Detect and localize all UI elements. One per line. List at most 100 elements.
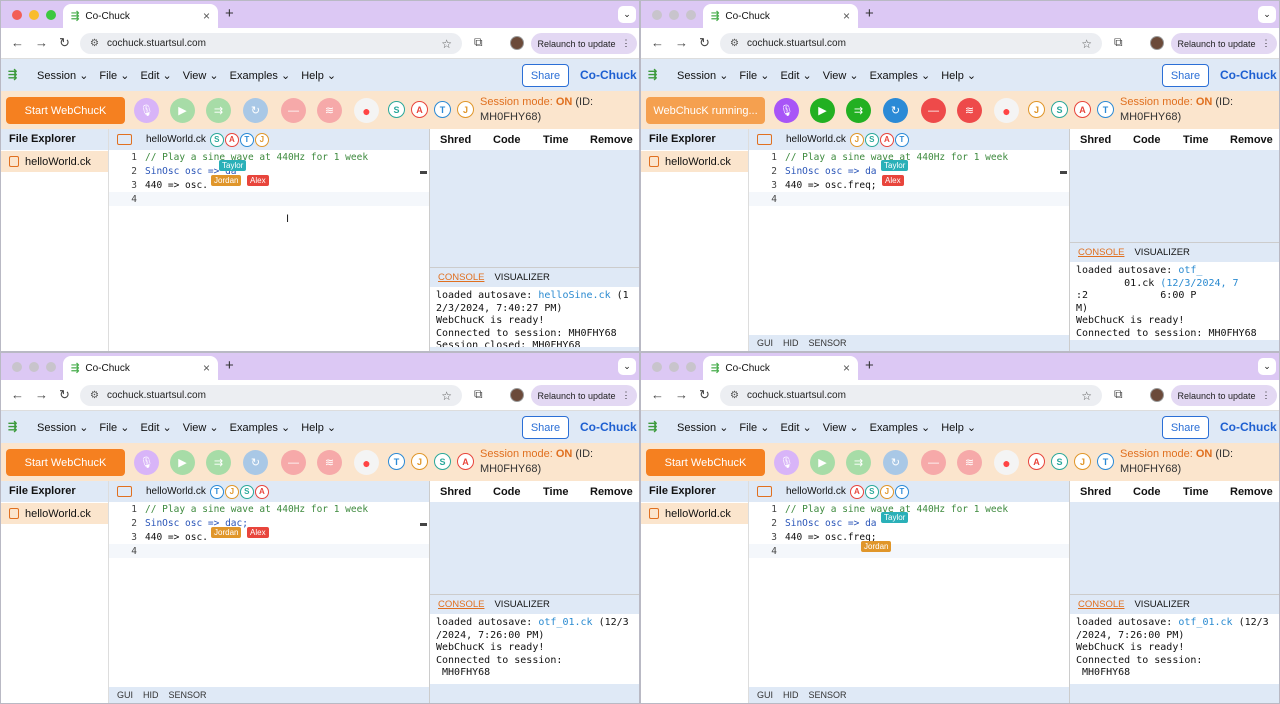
forward-arrow-icon[interactable]: → bbox=[675, 35, 688, 50]
forward-arrow-icon[interactable]: → bbox=[35, 387, 48, 402]
play-icon[interactable]: ▶ bbox=[810, 98, 835, 123]
tab-visualizer[interactable]: VISUALIZER bbox=[1134, 247, 1189, 258]
browser-tab[interactable]: ⇶ Co-Chuck × bbox=[703, 4, 858, 28]
replace-icon[interactable]: ⇉ bbox=[206, 98, 231, 123]
new-tab-button[interactable]: + bbox=[865, 5, 874, 22]
zoom-window-button[interactable] bbox=[686, 362, 696, 372]
menu-help[interactable]: Help ⌄ bbox=[301, 69, 336, 82]
editor-scroll-thumb[interactable] bbox=[420, 171, 427, 174]
menu-view[interactable]: View ⌄ bbox=[823, 421, 859, 434]
menu-session[interactable]: Session ⌄ bbox=[677, 421, 728, 434]
stop-icon[interactable]: — bbox=[921, 98, 946, 123]
zoom-window-button[interactable] bbox=[46, 10, 56, 20]
back-arrow-icon[interactable]: ← bbox=[651, 35, 664, 50]
menu-examples[interactable]: Examples ⌄ bbox=[230, 69, 291, 82]
menu-help[interactable]: Help ⌄ bbox=[941, 69, 976, 82]
relaunch-button[interactable]: Relaunch to update ⋮ bbox=[531, 385, 637, 406]
console-file-link[interactable]: otf_ bbox=[1178, 265, 1202, 276]
zoom-window-button[interactable] bbox=[46, 362, 56, 372]
tab-gui[interactable]: GUI bbox=[117, 690, 133, 700]
file-item[interactable]: helloWorld.ck bbox=[641, 503, 748, 524]
menu-view[interactable]: View ⌄ bbox=[183, 421, 219, 434]
back-arrow-icon[interactable]: ← bbox=[651, 387, 664, 402]
bookmark-star-icon[interactable]: ☆ bbox=[1081, 389, 1092, 403]
profile-avatar[interactable] bbox=[1150, 388, 1164, 402]
menu-help[interactable]: Help ⌄ bbox=[941, 421, 976, 434]
url-omnibox[interactable]: ⚙ cochuck.stuartsul.com ☆ bbox=[80, 33, 462, 54]
menu-session[interactable]: Session ⌄ bbox=[677, 69, 728, 82]
tab-console[interactable]: CONSOLE bbox=[438, 272, 484, 283]
tab-search-button[interactable]: ⌄ bbox=[1258, 358, 1276, 375]
start-webchuck-button[interactable]: Start WebChucK bbox=[6, 97, 125, 124]
refresh-icon[interactable]: ↻ bbox=[883, 450, 908, 475]
menu-file[interactable]: File ⌄ bbox=[739, 69, 769, 82]
relaunch-button[interactable]: Relaunch to update ⋮ bbox=[1171, 385, 1277, 406]
forward-arrow-icon[interactable]: → bbox=[675, 387, 688, 402]
stop-icon[interactable]: — bbox=[281, 98, 306, 123]
site-settings-icon[interactable]: ⚙ bbox=[730, 390, 739, 401]
record-icon[interactable]: ● bbox=[354, 450, 379, 475]
volume-icon[interactable]: ≋ bbox=[317, 450, 342, 475]
record-icon[interactable]: ● bbox=[994, 98, 1019, 123]
bookmark-star-icon[interactable]: ☆ bbox=[441, 389, 452, 403]
code-editor[interactable]: helloWorld.ck J S A T 1// Play a sine wave at… bbox=[749, 129, 1069, 351]
mic-icon[interactable]: 🎙 bbox=[774, 98, 799, 123]
tab-visualizer[interactable]: VISUALIZER bbox=[494, 599, 549, 610]
extensions-icon[interactable]: ⧉ bbox=[1114, 35, 1123, 50]
tab-console[interactable]: CONSOLE bbox=[1078, 599, 1124, 610]
reload-icon[interactable]: ↻ bbox=[59, 35, 70, 51]
share-button[interactable]: Share bbox=[1162, 64, 1209, 87]
new-tab-button[interactable]: + bbox=[225, 5, 234, 22]
replace-icon[interactable]: ⇉ bbox=[846, 98, 871, 123]
minimize-window-button[interactable] bbox=[669, 362, 679, 372]
new-tab-button[interactable]: + bbox=[865, 357, 874, 374]
record-icon[interactable]: ● bbox=[994, 450, 1019, 475]
console-file-link[interactable]: helloSine.ck bbox=[538, 290, 610, 301]
close-window-button[interactable] bbox=[652, 362, 662, 372]
volume-icon[interactable]: ≋ bbox=[957, 450, 982, 475]
menu-examples[interactable]: Examples ⌄ bbox=[870, 421, 931, 434]
menu-examples[interactable]: Examples ⌄ bbox=[870, 69, 931, 82]
reload-icon[interactable]: ↻ bbox=[699, 35, 710, 51]
close-window-button[interactable] bbox=[12, 362, 22, 372]
file-item[interactable]: helloWorld.ck bbox=[1, 151, 108, 172]
close-window-button[interactable] bbox=[652, 10, 662, 20]
new-tab-button[interactable]: + bbox=[225, 357, 234, 374]
tab-visualizer[interactable]: VISUALIZER bbox=[494, 272, 549, 283]
mic-icon[interactable]: 🎙 bbox=[134, 450, 159, 475]
replace-icon[interactable]: ⇉ bbox=[846, 450, 871, 475]
folder-icon[interactable] bbox=[757, 486, 772, 497]
replace-icon[interactable]: ⇉ bbox=[206, 450, 231, 475]
console-file-link[interactable]: otf_01.ck bbox=[1178, 617, 1232, 628]
tab-close-icon[interactable]: × bbox=[843, 361, 850, 375]
menu-session[interactable]: Session ⌄ bbox=[37, 69, 88, 82]
kebab-menu-icon[interactable]: ⋮ bbox=[622, 38, 631, 49]
back-arrow-icon[interactable]: ← bbox=[11, 35, 24, 50]
bookmark-star-icon[interactable]: ☆ bbox=[1081, 37, 1092, 51]
refresh-icon[interactable]: ↻ bbox=[243, 450, 268, 475]
extensions-icon[interactable]: ⧉ bbox=[474, 387, 483, 402]
editor-scroll-thumb[interactable] bbox=[1060, 171, 1067, 174]
tab-search-button[interactable]: ⌄ bbox=[618, 6, 636, 23]
close-window-button[interactable] bbox=[12, 10, 22, 20]
volume-icon[interactable]: ≋ bbox=[957, 98, 982, 123]
refresh-icon[interactable]: ↻ bbox=[243, 98, 268, 123]
relaunch-button[interactable]: Relaunch to update ⋮ bbox=[531, 33, 637, 54]
stop-icon[interactable]: — bbox=[281, 450, 306, 475]
tab-gui[interactable]: GUI bbox=[757, 338, 773, 348]
profile-avatar[interactable] bbox=[1150, 36, 1164, 50]
reload-icon[interactable]: ↻ bbox=[59, 387, 70, 403]
menu-view[interactable]: View ⌄ bbox=[823, 69, 859, 82]
tab-search-button[interactable]: ⌄ bbox=[1258, 6, 1276, 23]
play-icon[interactable]: ▶ bbox=[170, 98, 195, 123]
mic-icon[interactable]: 🎙 bbox=[774, 450, 799, 475]
kebab-menu-icon[interactable]: ⋮ bbox=[622, 390, 631, 401]
file-item[interactable]: helloWorld.ck bbox=[641, 151, 748, 172]
record-icon[interactable]: ● bbox=[354, 98, 379, 123]
folder-icon[interactable] bbox=[757, 134, 772, 145]
share-button[interactable]: Share bbox=[522, 64, 569, 87]
tab-close-icon[interactable]: × bbox=[843, 9, 850, 23]
extensions-icon[interactable]: ⧉ bbox=[1114, 387, 1123, 402]
url-omnibox[interactable]: ⚙ cochuck.stuartsul.com ☆ bbox=[720, 33, 1102, 54]
bookmark-star-icon[interactable]: ☆ bbox=[441, 37, 452, 51]
